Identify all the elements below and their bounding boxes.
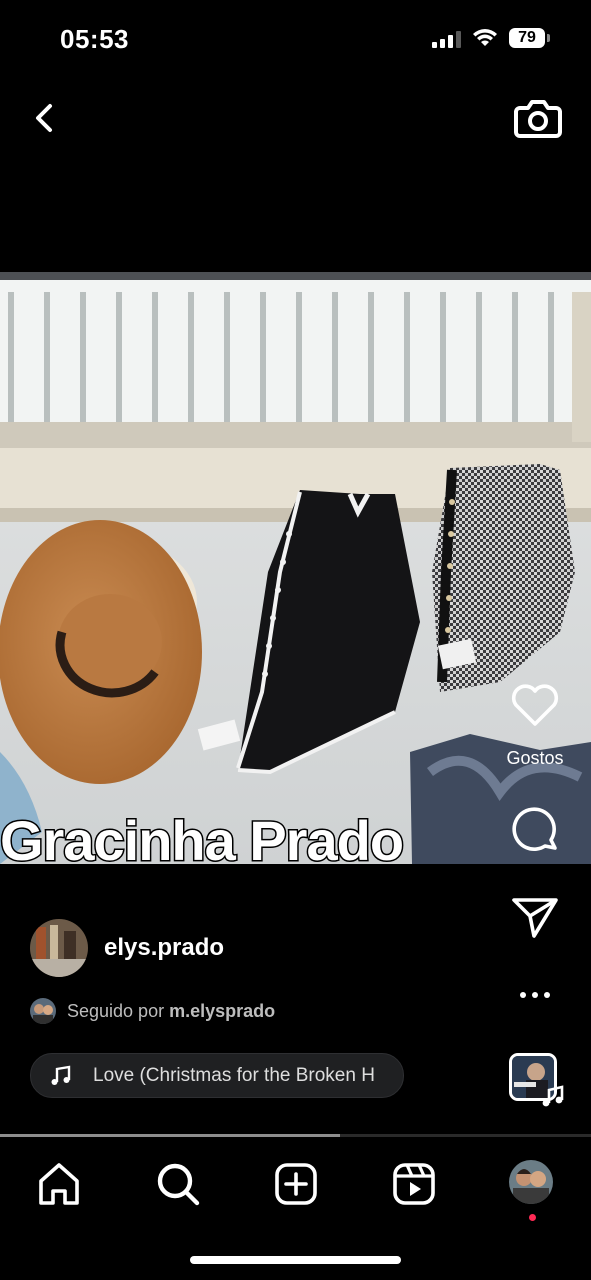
camera-icon[interactable]	[512, 92, 564, 144]
author-avatar[interactable]	[30, 919, 88, 977]
heart-icon[interactable]	[500, 680, 570, 728]
battery-icon: 79	[509, 28, 550, 48]
likes-label: Gostos	[506, 748, 564, 768]
chevron-left-icon[interactable]	[26, 96, 66, 140]
reels-icon[interactable]	[389, 1159, 439, 1209]
reel-overlay-caption: Gracinha Prado	[0, 808, 406, 874]
more-dots-icon[interactable]	[500, 986, 570, 1004]
music-note-icon	[542, 1085, 564, 1107]
reel-video[interactable]	[0, 272, 591, 864]
music-title: Love (Christmas for the Broken H	[93, 1064, 375, 1086]
home-indicator	[190, 1256, 401, 1264]
paper-plane-icon[interactable]	[500, 894, 570, 940]
status-bar: 05:53 79	[0, 0, 591, 80]
music-pill[interactable]: Love (Christmas for the Broken H	[30, 1053, 404, 1098]
create-icon[interactable]	[271, 1159, 321, 1209]
followed-by-prefix: Seguido por	[67, 1000, 165, 1021]
reel-video-frame	[0, 272, 591, 864]
home-icon[interactable]	[34, 1159, 84, 1209]
music-note-icon	[51, 1065, 71, 1085]
author-username[interactable]: elys.prado	[104, 934, 224, 962]
signal-icon	[432, 30, 461, 48]
profile-avatar[interactable]	[509, 1160, 553, 1204]
followed-by-user[interactable]: m.elysprado	[169, 1001, 275, 1022]
followed-by[interactable]: Seguido por m.elysprado	[30, 998, 275, 1024]
notification-dot	[529, 1214, 536, 1221]
bottom-nav	[0, 1137, 591, 1237]
follower-avatar	[30, 998, 56, 1024]
top-nav	[0, 88, 591, 148]
status-time: 05:53	[60, 24, 129, 54]
search-icon[interactable]	[153, 1159, 203, 1209]
post-author[interactable]: elys.prado	[30, 918, 224, 978]
comment-icon[interactable]	[500, 804, 570, 856]
wifi-icon	[473, 29, 497, 46]
